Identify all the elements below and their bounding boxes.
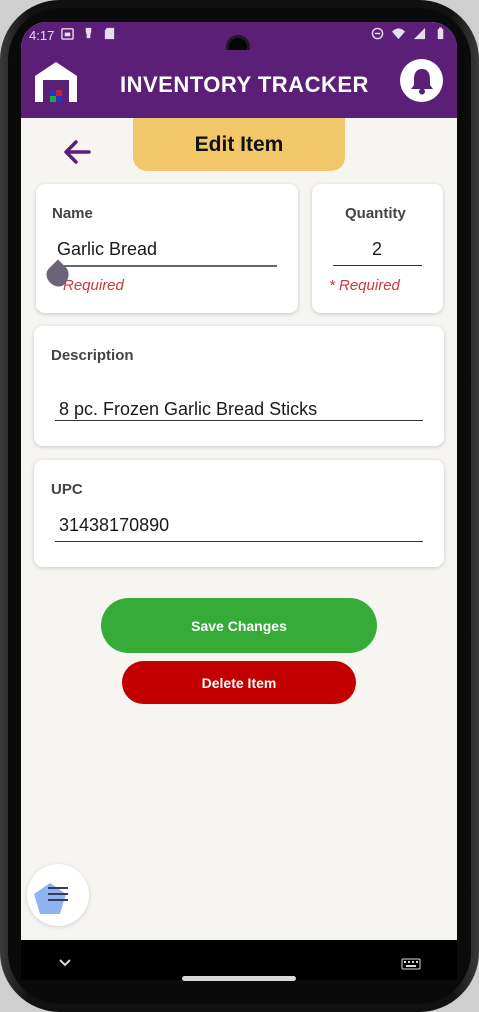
app-header: INVENTORY TRACKER: [21, 50, 457, 118]
notifications-button[interactable]: [400, 59, 443, 102]
upc-field[interactable]: 31438170890: [59, 515, 169, 536]
quantity-field-underline: [333, 265, 422, 266]
signal-icon: [413, 27, 426, 40]
dnd-icon: [371, 27, 384, 40]
keyboard-icon[interactable]: [401, 958, 421, 970]
back-button[interactable]: [61, 136, 93, 168]
app-screen: 4:17 INVENTORY TRACKER Edit Item Name Ga…: [21, 22, 457, 980]
description-label: Description: [51, 347, 134, 364]
description-field[interactable]: 8 pc. Frozen Garlic Bread Sticks: [59, 399, 317, 420]
name-field-underline: [57, 265, 277, 267]
bulb-icon: [85, 27, 92, 39]
app-title: INVENTORY TRACKER: [120, 72, 369, 97]
page-title: Edit Item: [133, 118, 345, 171]
name-card: Name Garlic Bread Required: [36, 184, 298, 313]
menu-icon: [48, 887, 68, 901]
upc-label: UPC: [51, 481, 83, 498]
quantity-required-hint: * Required: [329, 277, 400, 294]
wifi-icon: [392, 28, 405, 40]
upc-card: UPC 31438170890: [34, 460, 444, 567]
status-icons-left: [61, 27, 116, 40]
status-time: 4:17: [29, 28, 55, 43]
description-field-underline: [55, 420, 423, 421]
name-label: Name: [52, 205, 93, 222]
warehouse-icon: [35, 62, 77, 102]
name-required-hint: Required: [63, 277, 124, 294]
quantity-card: Quantity 2 * Required: [312, 184, 443, 313]
save-changes-button[interactable]: Save Changes: [101, 598, 377, 653]
chevron-down-icon[interactable]: [58, 958, 72, 968]
battery-icon: [437, 27, 444, 40]
upc-field-underline: [55, 541, 423, 542]
description-card: Description 8 pc. Frozen Garlic Bread St…: [34, 326, 444, 446]
system-nav-bar: [21, 940, 457, 981]
home-indicator[interactable]: [182, 976, 296, 981]
name-field[interactable]: Garlic Bread: [57, 239, 157, 260]
calendar-icon: [61, 28, 74, 40]
bell-icon: [410, 68, 433, 94]
quantity-label: Quantity: [345, 205, 406, 222]
status-icons-right: [371, 27, 447, 40]
quantity-field[interactable]: 2: [372, 239, 382, 260]
arrow-left-icon: [64, 140, 91, 164]
sd-card-icon: [104, 27, 115, 40]
menu-fab[interactable]: [27, 864, 89, 926]
delete-item-button[interactable]: Delete Item: [122, 661, 356, 704]
